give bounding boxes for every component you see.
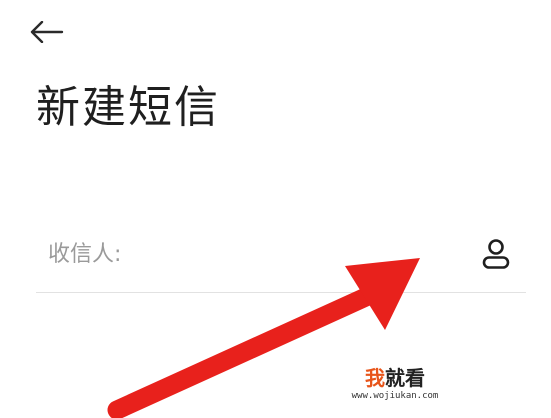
watermark-url: www.wojiukan.com	[351, 391, 439, 401]
recipient-divider	[36, 292, 526, 293]
contact-picker-button[interactable]	[476, 234, 516, 274]
annotation-arrow-shaft	[107, 286, 378, 418]
watermark-text: 就看	[385, 366, 425, 390]
watermark-logo: 我就看	[340, 366, 450, 390]
arrow-left-icon	[30, 21, 64, 43]
watermark: 我就看 www.wojiukan.com	[340, 366, 450, 402]
watermark-accent: 我	[365, 366, 385, 390]
back-button[interactable]	[30, 14, 78, 50]
recipient-row	[36, 226, 526, 282]
annotation-arrow	[107, 258, 420, 418]
page-title: 新建短信	[36, 82, 220, 133]
person-icon	[482, 239, 510, 269]
recipient-input[interactable]	[36, 226, 456, 282]
